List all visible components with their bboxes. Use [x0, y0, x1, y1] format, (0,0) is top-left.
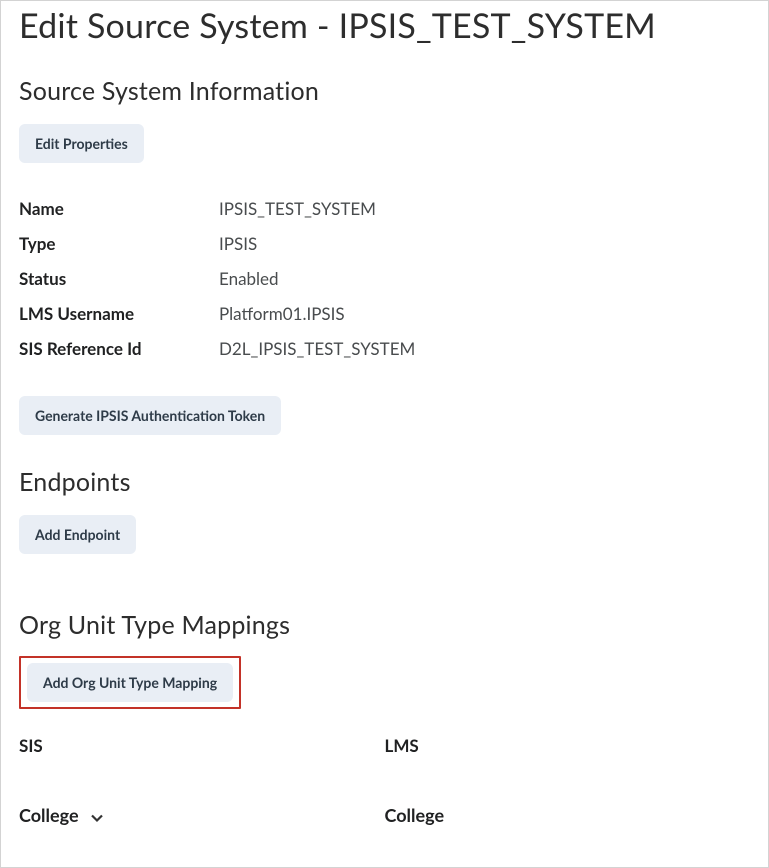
- page-title: Edit Source System - IPSIS_TEST_SYSTEM: [19, 5, 750, 46]
- prop-value: D2L_IPSIS_TEST_SYSTEM: [219, 338, 415, 359]
- prop-value: IPSIS_TEST_SYSTEM: [219, 198, 376, 219]
- mapping-row: College College: [19, 804, 750, 826]
- mapping-lms-cell: College: [385, 804, 751, 826]
- prop-row-type: Type IPSIS: [19, 226, 750, 261]
- mapping-header-lms: LMS: [385, 727, 751, 764]
- mapping-sis-cell[interactable]: College: [19, 804, 385, 826]
- prop-row-name: Name IPSIS_TEST_SYSTEM: [19, 191, 750, 226]
- prop-value: IPSIS: [219, 233, 257, 254]
- generate-token-button[interactable]: Generate IPSIS Authentication Token: [19, 396, 281, 435]
- add-mapping-highlight: Add Org Unit Type Mapping: [19, 656, 241, 709]
- endpoints-section: Endpoints Add Endpoint: [19, 467, 750, 554]
- mapping-header-sis: SIS: [19, 727, 385, 764]
- prop-row-sis-reference: SIS Reference Id D2L_IPSIS_TEST_SYSTEM: [19, 331, 750, 366]
- org-unit-mappings-section: Org Unit Type Mappings Add Org Unit Type…: [19, 610, 750, 826]
- prop-label: Name: [19, 198, 219, 219]
- mapping-sis-value: College: [19, 804, 79, 826]
- prop-label: Status: [19, 268, 219, 289]
- mapping-header-row: SIS LMS: [19, 727, 750, 764]
- prop-value: Enabled: [219, 268, 279, 289]
- endpoints-heading: Endpoints: [19, 467, 750, 497]
- prop-label: Type: [19, 233, 219, 254]
- chevron-down-icon: [91, 809, 103, 821]
- properties-table: Name IPSIS_TEST_SYSTEM Type IPSIS Status…: [19, 191, 750, 366]
- prop-label: SIS Reference Id: [19, 338, 219, 359]
- prop-label: LMS Username: [19, 303, 219, 324]
- add-org-unit-mapping-button[interactable]: Add Org Unit Type Mapping: [27, 663, 233, 702]
- add-endpoint-button[interactable]: Add Endpoint: [19, 515, 136, 554]
- mapping-lms-value: College: [385, 804, 445, 826]
- prop-row-lms-username: LMS Username Platform01.IPSIS: [19, 296, 750, 331]
- mappings-heading: Org Unit Type Mappings: [19, 610, 750, 640]
- source-info-heading: Source System Information: [19, 76, 750, 106]
- prop-value: Platform01.IPSIS: [219, 303, 345, 324]
- source-system-info-section: Source System Information Edit Propertie…: [19, 76, 750, 435]
- mapping-table: SIS LMS College College: [19, 727, 750, 826]
- edit-properties-button[interactable]: Edit Properties: [19, 124, 144, 163]
- prop-row-status: Status Enabled: [19, 261, 750, 296]
